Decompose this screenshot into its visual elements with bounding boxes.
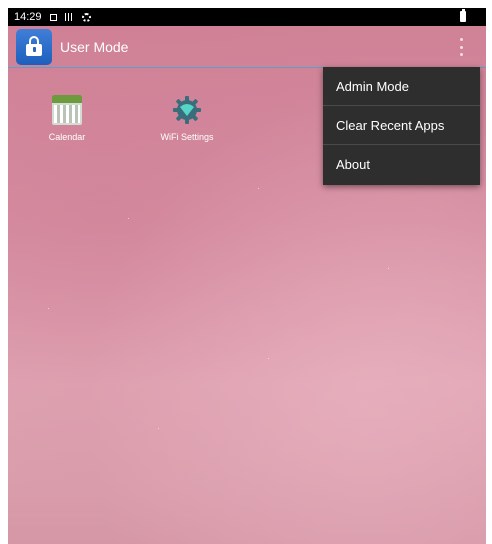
status-bar: 14:29 <box>8 8 486 26</box>
overflow-menu: Admin Mode Clear Recent Apps About <box>323 67 480 185</box>
app-title: User Mode <box>60 38 129 55</box>
calendar-icon <box>52 95 82 125</box>
launcher-app-label: Calendar <box>48 132 86 142</box>
wifi-settings-icon <box>173 96 201 124</box>
lock-icon[interactable] <box>16 28 52 65</box>
battery-icon <box>460 9 466 22</box>
wallpaper-star <box>128 218 129 219</box>
square-notification-icon <box>49 13 57 21</box>
menu-item-admin-mode[interactable]: Admin Mode <box>323 67 480 106</box>
wallpaper-star <box>48 308 49 309</box>
status-time: 14:29 <box>14 11 42 23</box>
settings-notification-icon <box>81 12 91 22</box>
app-bar: User Mode <box>8 26 486 68</box>
wallpaper-star <box>268 358 269 359</box>
launcher-app-label: WiFi Settings <box>160 132 214 142</box>
launcher-app-calendar[interactable]: Calendar <box>27 92 107 142</box>
menu-item-clear-recent-apps[interactable]: Clear Recent Apps <box>323 106 480 145</box>
launcher-app-wifi-settings[interactable]: WiFi Settings <box>147 92 227 142</box>
overflow-menu-icon[interactable] <box>460 38 464 56</box>
grid-notification-icon <box>64 13 74 21</box>
device-screen: 14:29 User Mode Calendar WiFi Settings A… <box>8 8 486 544</box>
wallpaper-star <box>388 268 389 269</box>
wallpaper-star <box>158 428 159 429</box>
wallpaper-star <box>258 188 259 189</box>
menu-item-about[interactable]: About <box>323 145 480 184</box>
